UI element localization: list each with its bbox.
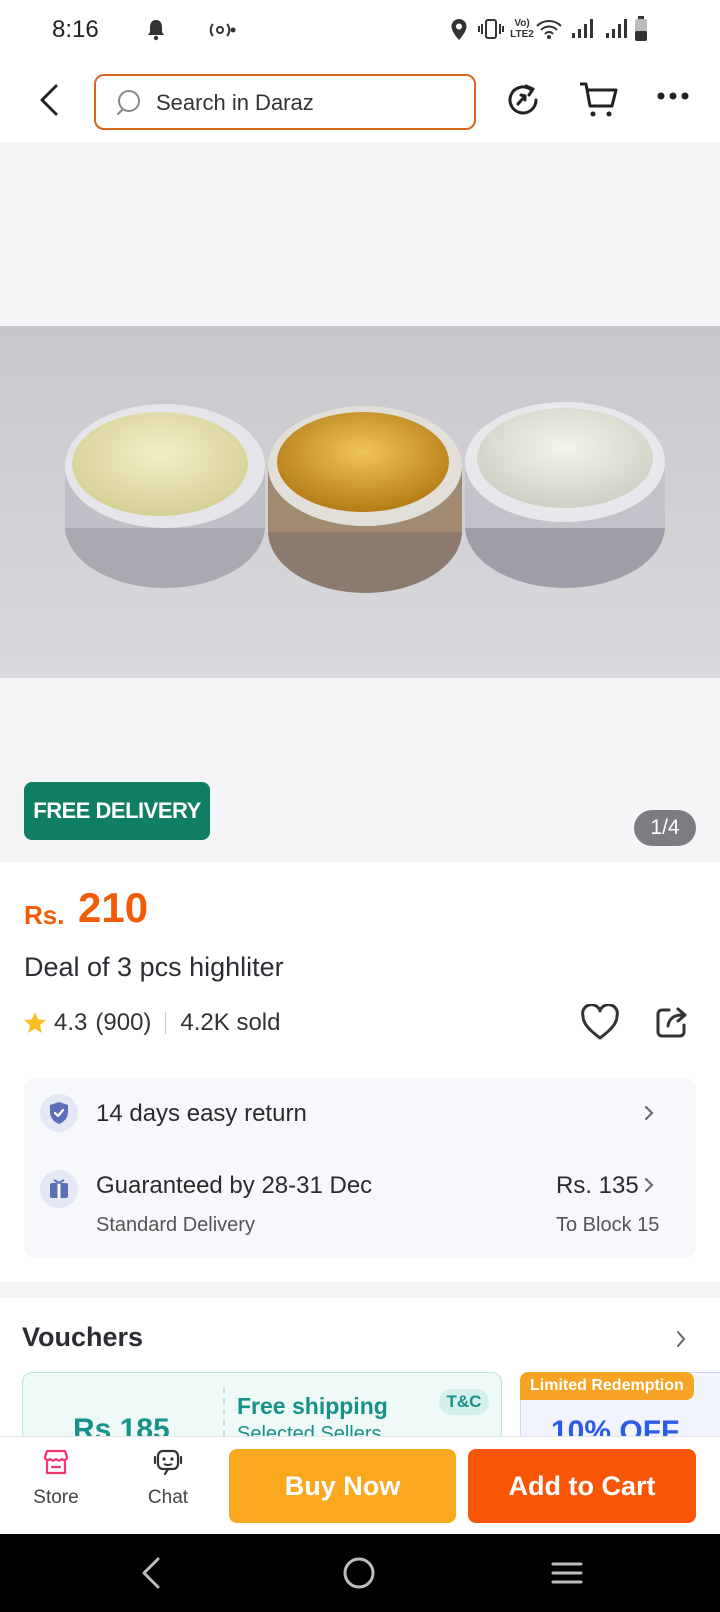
cart-icon[interactable] [578, 80, 620, 120]
chat-button[interactable]: Chat [128, 1447, 208, 1509]
signal-icon [572, 19, 593, 38]
voucher-title: Free shipping [237, 1393, 388, 1419]
lte-label: Vo) LTE2 [510, 18, 534, 40]
search-placeholder: Search in Daraz [156, 90, 314, 115]
return-policy-text[interactable]: 14 days easy return [96, 1100, 307, 1128]
return-shield-icon [40, 1094, 78, 1132]
rating-row[interactable]: 4.3 (900) 4.2K sold [22, 1008, 280, 1038]
rating-score: 4.3 [54, 1009, 88, 1036]
system-recents-icon[interactable] [550, 1556, 584, 1590]
delivery-guarantee-text[interactable]: Guaranteed by 28-31 Dec [96, 1172, 372, 1200]
service-card: 14 days easy return Guaranteed by 28-31 … [24, 1078, 696, 1258]
price-currency: Rs. [24, 900, 65, 930]
status-bar: 8:16 Vo) LTE2 [0, 0, 720, 60]
product-gallery[interactable]: FREE DELIVERY 1/4 [0, 142, 720, 862]
system-navigation-bar [0, 1534, 720, 1612]
share-refresh-icon[interactable] [504, 80, 544, 120]
system-back-icon[interactable] [138, 1556, 164, 1590]
chat-label: Chat [147, 1487, 189, 1508]
price-value: 210 [78, 884, 149, 931]
wishlist-heart-icon[interactable] [580, 1004, 620, 1042]
chevron-right-icon[interactable] [674, 1330, 688, 1348]
product-title: Deal of 3 pcs highliter [24, 952, 284, 982]
battery-icon [635, 16, 647, 41]
chevron-right-icon[interactable] [642, 1106, 656, 1120]
store-icon [43, 1449, 69, 1475]
store-button[interactable]: Store [16, 1447, 96, 1509]
notification-bell-icon [148, 20, 164, 41]
sold-count: 4.2K sold [180, 1009, 281, 1036]
star-icon [24, 1012, 46, 1033]
wifi-icon [536, 20, 562, 39]
search-icon [117, 90, 140, 115]
more-icon[interactable] [656, 90, 690, 102]
chat-icon [153, 1449, 183, 1476]
delivery-box-icon [40, 1170, 78, 1208]
review-count: (900) [95, 1009, 152, 1036]
signal-icon-2 [606, 19, 627, 38]
image-counter: 1/4 [634, 810, 696, 846]
hotspot-icon [209, 23, 236, 37]
product-image[interactable] [0, 326, 720, 678]
back-icon[interactable] [30, 80, 70, 120]
search-input[interactable]: Search in Daraz [94, 74, 476, 130]
status-time: 8:16 [52, 16, 99, 43]
add-to-cart-button[interactable]: Add to Cart [468, 1449, 696, 1523]
vibrate-icon [478, 19, 504, 39]
bottom-action-bar: Store Chat Buy Now Add to Cart [0, 1436, 720, 1534]
chevron-right-icon[interactable] [642, 1178, 656, 1192]
voucher-dash-divider [223, 1387, 225, 1441]
terms-badge[interactable]: T&C [439, 1389, 489, 1415]
section-divider [0, 1282, 720, 1298]
product-photo-highlighters [0, 326, 720, 678]
store-label: Store [33, 1487, 79, 1508]
limited-redemption-tag: Limited Redemption [520, 1372, 694, 1400]
top-navigation: Search in Daraz [0, 60, 720, 142]
share-icon[interactable] [654, 1004, 690, 1040]
system-home-icon[interactable] [342, 1556, 376, 1590]
delivery-type: Standard Delivery [96, 1214, 255, 1236]
free-delivery-badge: FREE DELIVERY [24, 782, 210, 840]
delivery-location: To Block 15 [556, 1214, 660, 1236]
delivery-fee: Rs. 135 [556, 1172, 639, 1199]
vouchers-title[interactable]: Vouchers [22, 1322, 143, 1353]
buy-now-button[interactable]: Buy Now [229, 1449, 456, 1523]
location-icon [451, 19, 467, 40]
divider [165, 1012, 167, 1034]
voucher-free-shipping[interactable]: Rs 185 Free shipping Selected Sellers T&… [22, 1372, 502, 1442]
